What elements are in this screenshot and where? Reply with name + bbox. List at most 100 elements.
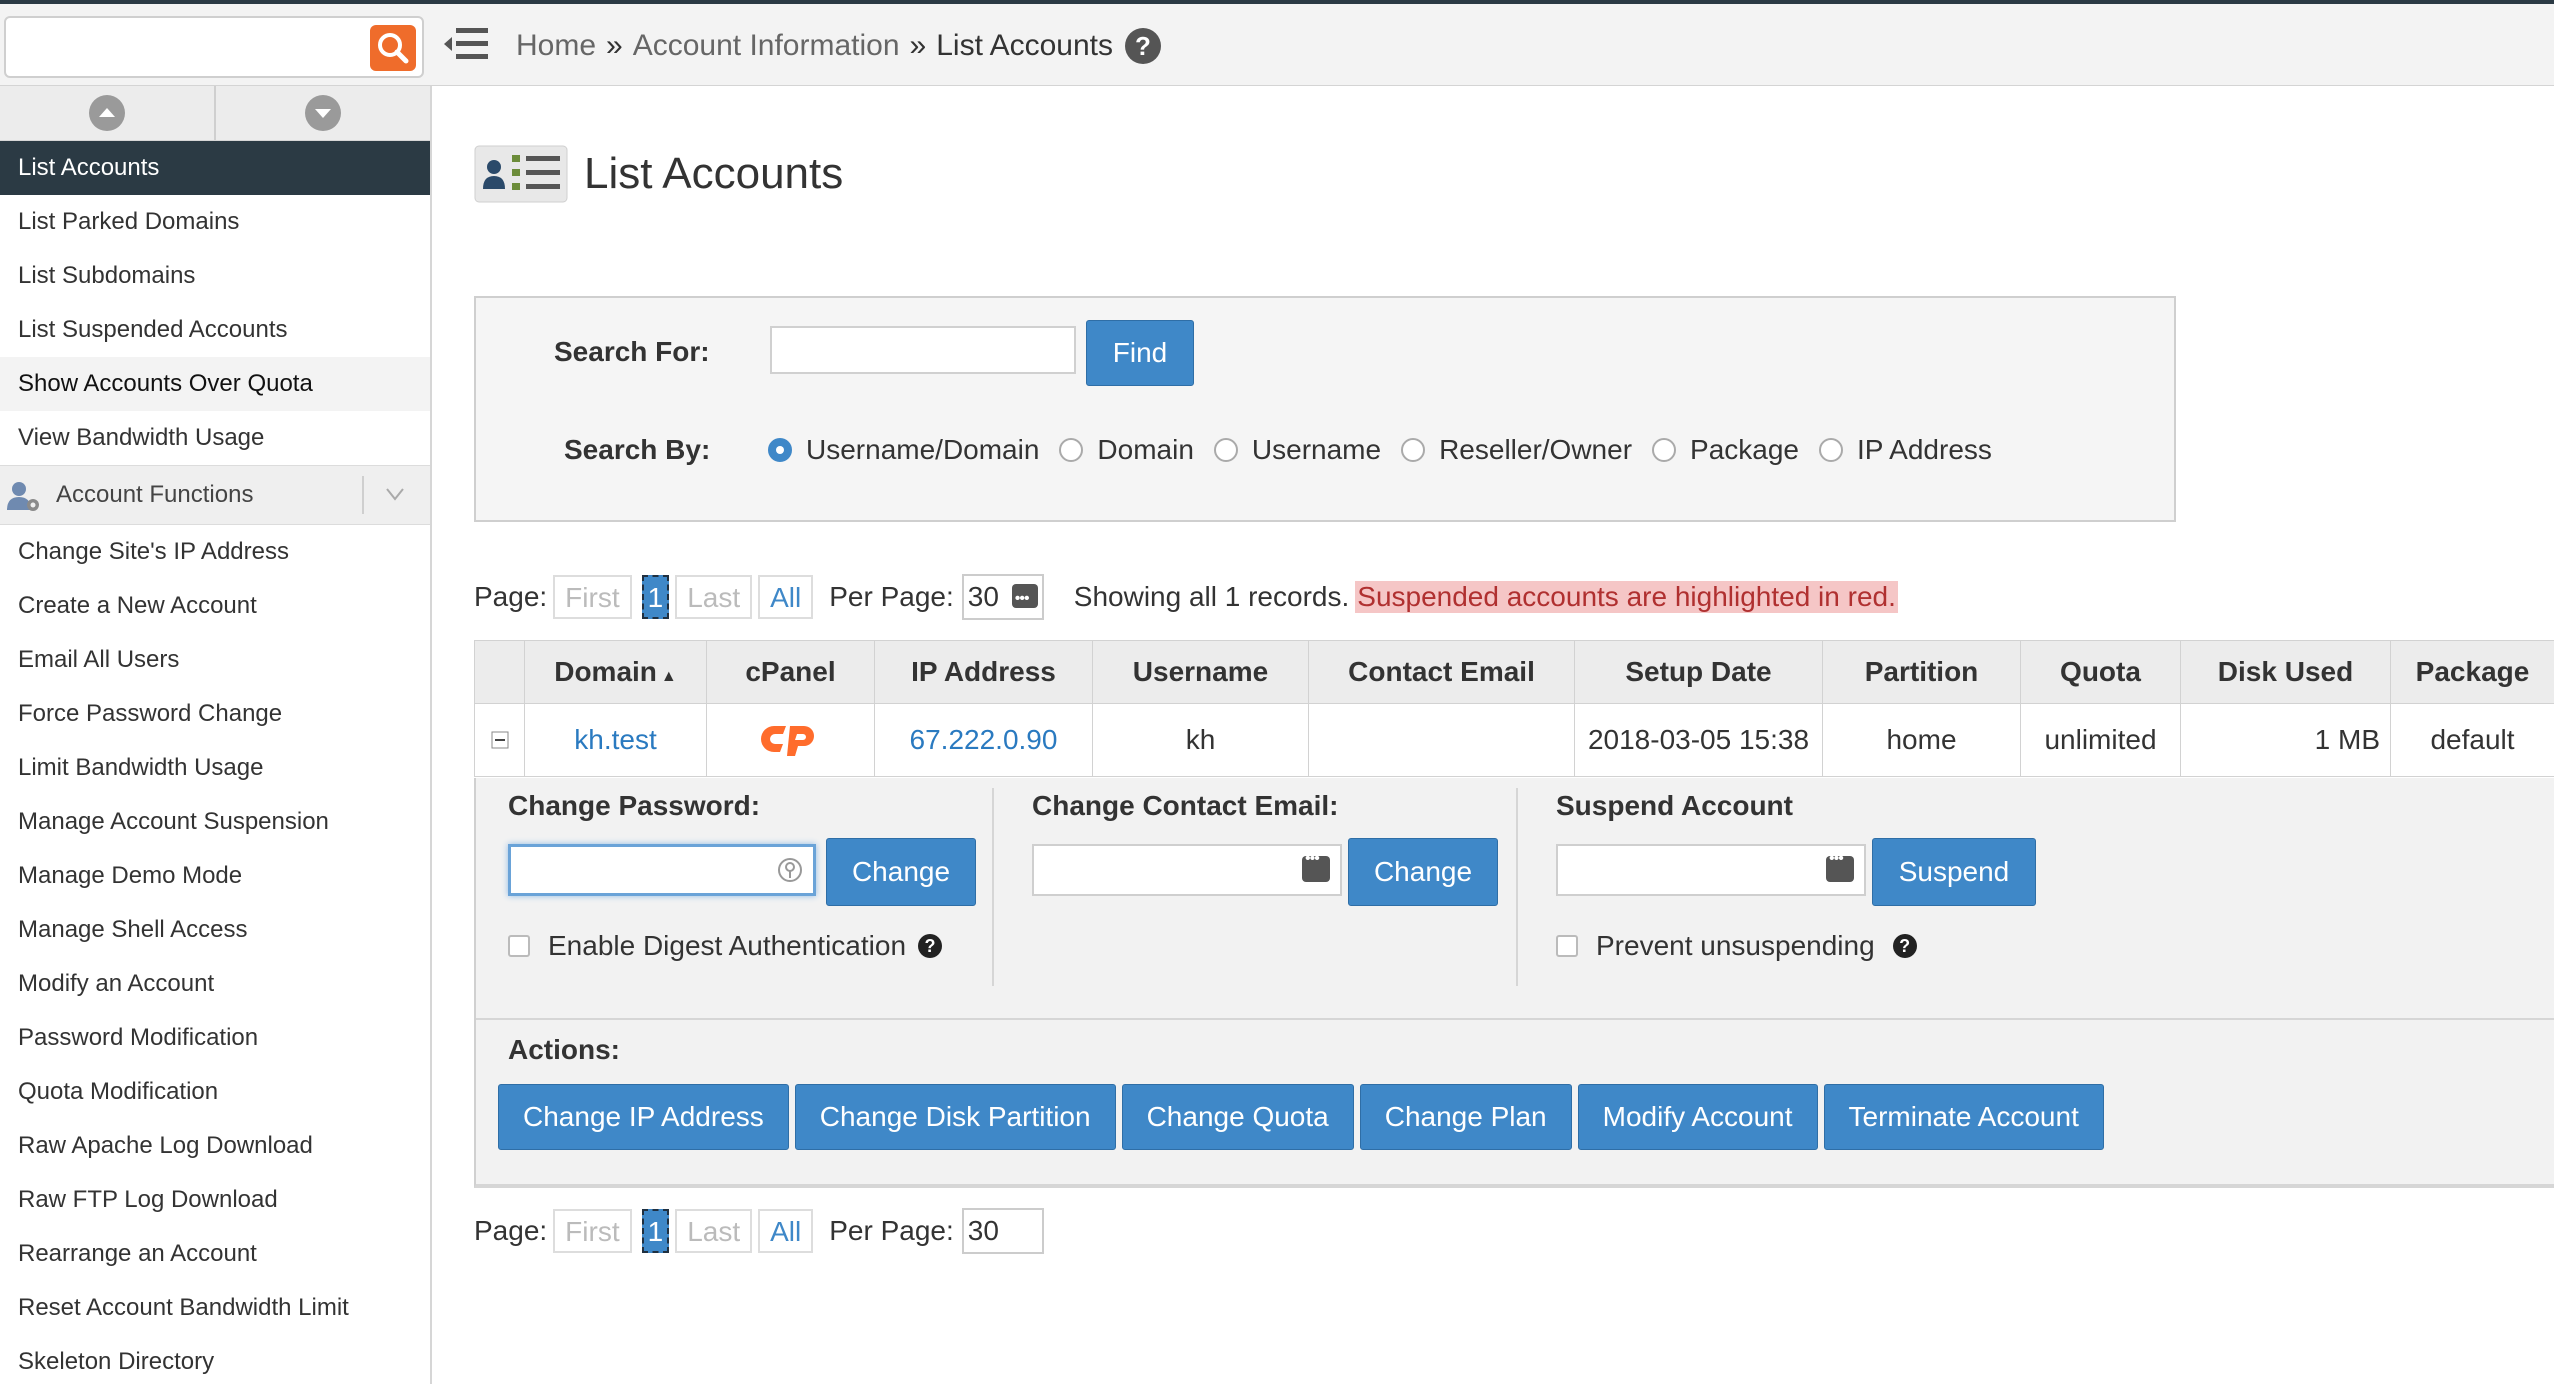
terminate-account-button[interactable]: Terminate Account [1824, 1084, 2104, 1150]
user-settings-icon [6, 480, 40, 512]
radio-button[interactable] [1214, 438, 1238, 462]
sidebar-account-functions-list: Change Site's IP AddressCreate a New Acc… [0, 525, 430, 1389]
suspend-button[interactable]: Suspend [1872, 838, 2036, 906]
header-package[interactable]: Package [2391, 641, 2554, 704]
search-by-option-ip-address[interactable]: IP Address [1819, 434, 1992, 466]
first-page-button[interactable]: First [553, 575, 631, 619]
search-icon [370, 25, 416, 71]
digest-auth-checkbox[interactable] [508, 935, 530, 957]
header-domain[interactable]: Domain▲ [525, 641, 707, 704]
search-by-option-username-domain[interactable]: Username/Domain [768, 434, 1039, 466]
new-password-input[interactable] [508, 844, 816, 896]
all-pages-button[interactable]: All [758, 575, 813, 619]
all-pages-button[interactable]: All [758, 1209, 813, 1253]
header-contact-email[interactable]: Contact Email [1309, 641, 1575, 704]
current-page-button[interactable]: 1 [642, 1209, 670, 1253]
radio-button[interactable] [1401, 438, 1425, 462]
help-icon[interactable]: ? [918, 934, 942, 958]
radio-label: Username/Domain [806, 434, 1039, 466]
sidebar-item-list-parked-domains[interactable]: List Parked Domains [0, 195, 430, 249]
sidebar-item-password-modification[interactable]: Password Modification [0, 1011, 430, 1065]
sidebar-item-manage-demo-mode[interactable]: Manage Demo Mode [0, 849, 430, 903]
radio-button[interactable] [1652, 438, 1676, 462]
top-bar: Home » Account Information » List Accoun… [0, 0, 2554, 86]
search-by-option-domain[interactable]: Domain [1059, 434, 1193, 466]
scroll-down-button[interactable] [214, 86, 430, 140]
per-page-input[interactable]: 30 [962, 1208, 1044, 1254]
prevent-unsuspending-checkbox[interactable] [1556, 935, 1578, 957]
chevron-up-icon [89, 95, 125, 131]
change-disk-partition-button[interactable]: Change Disk Partition [795, 1084, 1116, 1150]
change-plan-button[interactable]: Change Plan [1360, 1084, 1572, 1150]
modify-account-button[interactable]: Modify Account [1578, 1084, 1818, 1150]
search-by-option-package[interactable]: Package [1652, 434, 1799, 466]
sidebar-item-force-password-change[interactable]: Force Password Change [0, 687, 430, 741]
header-partition[interactable]: Partition [1823, 641, 2021, 704]
help-icon[interactable]: ? [1893, 934, 1917, 958]
radio-button[interactable] [1059, 438, 1083, 462]
help-icon[interactable]: ? [1125, 28, 1161, 64]
sidebar-item-raw-apache-log-download[interactable]: Raw Apache Log Download [0, 1119, 430, 1173]
menu-toggle-button[interactable] [442, 24, 492, 64]
breadcrumb: Home » Account Information » List Accoun… [516, 28, 1161, 64]
sidebar-item-quota-modification[interactable]: Quota Modification [0, 1065, 430, 1119]
sidebar-item-rearrange-an-account[interactable]: Rearrange an Account [0, 1227, 430, 1281]
sidebar-item-limit-bandwidth-usage[interactable]: Limit Bandwidth Usage [0, 741, 430, 795]
sidebar-item-change-site-s-ip-address[interactable]: Change Site's IP Address [0, 525, 430, 579]
header-disk-used[interactable]: Disk Used [2181, 641, 2391, 704]
sidebar-item-create-a-new-account[interactable]: Create a New Account [0, 579, 430, 633]
sidebar-scroll-controls [0, 86, 430, 141]
change-ip-address-button[interactable]: Change IP Address [498, 1084, 789, 1150]
search-button[interactable] [370, 25, 416, 71]
cpanel-link[interactable] [707, 704, 875, 777]
search-by-option-reseller-owner[interactable]: Reseller/Owner [1401, 434, 1632, 466]
header-username[interactable]: Username [1093, 641, 1309, 704]
sidebar-item-reset-account-bandwidth-limit[interactable]: Reset Account Bandwidth Limit [0, 1281, 430, 1335]
radio-button[interactable] [768, 438, 792, 462]
sidebar-item-list-subdomains[interactable]: List Subdomains [0, 249, 430, 303]
search-by-options: Username/Domain Domain Username Reseller/Ow… [768, 434, 2012, 466]
current-page-button[interactable]: 1 [642, 575, 670, 619]
sidebar-item-skeleton-directory[interactable]: Skeleton Directory [0, 1335, 430, 1389]
search-by-option-username[interactable]: Username [1214, 434, 1381, 466]
contact-email-input[interactable] [1032, 844, 1342, 896]
sidebar-item-list-suspended-accounts[interactable]: List Suspended Accounts [0, 303, 430, 357]
first-page-button[interactable]: First [553, 1209, 631, 1253]
radio-label: IP Address [1857, 434, 1992, 466]
sidebar-item-manage-account-suspension[interactable]: Manage Account Suspension [0, 795, 430, 849]
header-setup-date[interactable]: Setup Date [1575, 641, 1823, 704]
sidebar-item-modify-an-account[interactable]: Modify an Account [0, 957, 430, 1011]
find-button[interactable]: Find [1086, 320, 1194, 386]
sidebar-item-manage-shell-access[interactable]: Manage Shell Access [0, 903, 430, 957]
sidebar-item-show-accounts-over-quota[interactable]: Show Accounts Over Quota [0, 357, 430, 411]
change-contact-email-button[interactable]: Change [1348, 838, 1498, 906]
sidebar-item-view-bandwidth-usage[interactable]: View Bandwidth Usage [0, 411, 430, 465]
per-page-input[interactable]: 30 [962, 574, 1044, 620]
last-page-button[interactable]: Last [675, 1209, 752, 1253]
ip-address-link[interactable]: 67.222.0.90 [875, 704, 1093, 777]
search-by-label: Search By: [564, 434, 710, 466]
domain-link[interactable]: kh.test [525, 704, 707, 777]
search-for-input[interactable] [770, 326, 1076, 374]
last-page-button[interactable]: Last [675, 575, 752, 619]
header-quota[interactable]: Quota [2021, 641, 2181, 704]
suspend-reason-input[interactable] [1556, 844, 1866, 896]
radio-button[interactable] [1819, 438, 1843, 462]
sidebar-item-list-accounts[interactable]: List Accounts [0, 141, 430, 195]
per-page-value: 30 [968, 1215, 999, 1246]
change-quota-button[interactable]: Change Quota [1122, 1084, 1354, 1150]
scroll-up-button[interactable] [0, 86, 214, 140]
change-password-button[interactable]: Change [826, 838, 976, 906]
header-ip-address[interactable]: IP Address [875, 641, 1093, 704]
sidebar-item-email-all-users[interactable]: Email All Users [0, 633, 430, 687]
expand-column-header [475, 641, 525, 704]
per-page-label: Per Page: [829, 1215, 954, 1247]
header-cpanel[interactable]: cPanel [707, 641, 875, 704]
sidebar-search-input[interactable] [16, 24, 360, 72]
sidebar-group-label: Account Functions [56, 481, 253, 508]
breadcrumb-home[interactable]: Home [516, 29, 596, 63]
breadcrumb-account-information[interactable]: Account Information [633, 29, 900, 63]
sidebar-item-raw-ftp-log-download[interactable]: Raw FTP Log Download [0, 1173, 430, 1227]
sidebar-group-account-functions[interactable]: Account Functions [0, 465, 430, 525]
row-collapse-toggle[interactable] [475, 704, 525, 777]
